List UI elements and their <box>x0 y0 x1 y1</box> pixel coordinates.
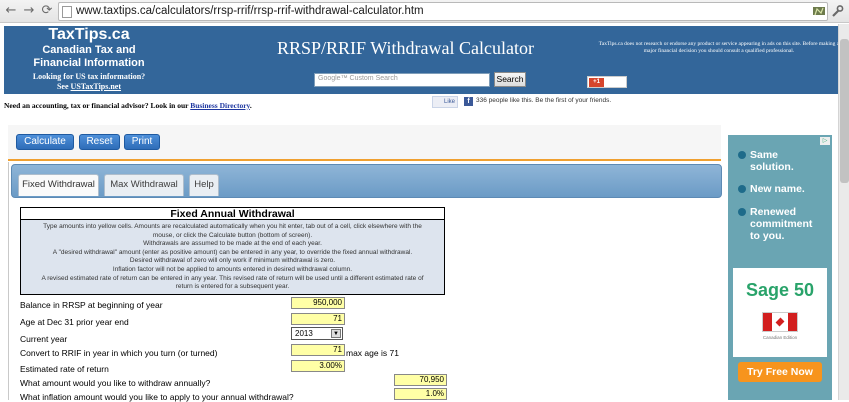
current-year-select[interactable]: 2013 ▼ <box>291 327 343 340</box>
site-subtitle: Canadian Tax and Financial Information <box>4 44 174 70</box>
inflation-input[interactable]: 1.0% <box>394 388 447 400</box>
chevron-down-icon: ▼ <box>331 329 341 338</box>
search-button[interactable]: Search <box>494 72 526 87</box>
instruction-line: Withdrawals are assumed to be made at th… <box>143 240 322 248</box>
us-link[interactable]: USTaxTips.net <box>71 82 121 91</box>
instruction-line: Type amounts into yellow cells. Amounts … <box>43 223 422 230</box>
rrif-conversion-label: Convert to RRIF in year in which you tur… <box>20 348 218 358</box>
sage-logo: Sage 50 <box>745 280 815 300</box>
sage-advertisement[interactable]: ▷ Same solution. New name. Renewed commitm… <box>728 135 832 400</box>
facebook-like-count: 336 people like this. Be the first of yo… <box>476 97 612 104</box>
current-year-value: 2013 <box>295 329 313 338</box>
ad-bullet-text: New name. <box>750 183 805 195</box>
form-instructions: Type amounts into yellow cells. Amounts … <box>20 220 445 295</box>
facebook-icon: f <box>464 97 473 106</box>
ad-bullet-line: Same <box>750 149 779 161</box>
directory-end: . <box>249 101 252 110</box>
us-info: Looking for US tax information? See USTa… <box>4 72 174 92</box>
site-logo[interactable]: TaxTips.ca <box>4 26 174 44</box>
form-title: Fixed Annual Withdrawal <box>20 207 445 220</box>
age-label: Age at Dec 31 prior year end <box>20 317 129 327</box>
reset-button[interactable]: Reset <box>79 134 120 150</box>
rate-of-return-label: Estimated rate of return <box>20 364 109 374</box>
instruction-line: return is entered for a subsequent year. <box>175 283 290 291</box>
max-age-note: max age is 71 <box>346 348 399 358</box>
vertical-scrollbar[interactable] <box>838 24 849 400</box>
calculator-toolbar: Calculate Reset Print <box>8 125 721 161</box>
sage-logo-box: Sage 50 Canadian Edition <box>733 268 827 357</box>
rrsp-balance-input[interactable]: 950,000 <box>291 297 345 309</box>
current-year-label: Current year <box>20 334 68 344</box>
tab-help[interactable]: Help <box>189 174 219 196</box>
us-prompt: Looking for US tax information? <box>32 72 146 81</box>
ad-bullet-line: to you. <box>750 230 785 242</box>
forward-icon[interactable]: → <box>21 3 37 19</box>
us-see: See <box>56 82 71 91</box>
tab-bar: Fixed Withdrawal Max Withdrawal Help <box>11 164 722 198</box>
edition-caption: Canadian Edition <box>762 335 798 340</box>
tab-fixed-withdrawal[interactable]: Fixed Withdrawal <box>18 174 99 196</box>
annual-withdrawal-input[interactable]: 70,950 <box>394 374 447 386</box>
directory-prompt: Need an accounting, tax or financial adv… <box>4 101 252 110</box>
page-icon <box>62 6 72 18</box>
bullet-icon <box>738 151 746 159</box>
page-title: RRSP/RRIF Withdrawal Calculator <box>277 38 534 58</box>
reload-icon[interactable]: ⟳ <box>39 3 55 19</box>
ad-bullet-text: Same solution. <box>750 149 794 173</box>
tab-max-withdrawal[interactable]: Max Withdrawal <box>104 174 184 196</box>
search-placeholder: Google™ Custom Search <box>318 75 398 82</box>
google-plus-button[interactable]: +1 <box>587 76 627 88</box>
ad-bullet-line: solution. <box>750 161 794 173</box>
ad-bullet-line: New name. <box>750 183 805 195</box>
bullet-icon <box>738 185 746 193</box>
search-input[interactable]: Google™ Custom Search <box>314 73 490 87</box>
browser-toolbar: ← → ⟳ www.taxtips.ca/calculators/rrsp-rr… <box>0 0 849 23</box>
site-subtitle-line-1: Canadian Tax and <box>42 44 136 56</box>
instruction-line: Desired withdrawal of zero will only wor… <box>129 257 336 265</box>
ad-bullet-text: Renewed commitment to you. <box>750 206 812 242</box>
ad-bullet-line: Renewed <box>750 206 797 218</box>
rrif-conversion-age-input[interactable]: 71 <box>291 344 345 356</box>
back-icon[interactable]: ← <box>3 3 19 19</box>
scrollbar-thumb[interactable] <box>840 39 849 183</box>
try-free-now-button[interactable]: Try Free Now <box>738 362 822 382</box>
bullet-icon <box>738 208 746 216</box>
address-bar[interactable]: www.taxtips.ca/calculators/rrsp-rrif/rrs… <box>58 2 828 21</box>
facebook-like-button[interactable]: Like <box>432 96 458 108</box>
print-button[interactable]: Print <box>124 134 160 150</box>
instruction-line: A "desired withdrawal" amount (enter as … <box>52 248 413 256</box>
instruction-line: A revised estimated rate of return can b… <box>41 274 424 282</box>
calculate-button[interactable]: Calculate <box>16 134 74 150</box>
disclaimer: TaxTips.ca does not research or endorse … <box>598 41 840 54</box>
directory-text: Need an accounting, tax or financial adv… <box>4 101 191 110</box>
extension-icon[interactable] <box>812 4 826 18</box>
business-directory-link[interactable]: Business Directory <box>190 101 250 110</box>
url-text: www.taxtips.ca/calculators/rrsp-rrif/rrs… <box>76 5 424 17</box>
google-plus-label: +1 <box>589 78 604 87</box>
site-header: TaxTips.ca Canadian Tax and Financial In… <box>4 26 845 94</box>
canada-flag-icon <box>762 312 798 332</box>
ad-bullet-line: commitment <box>750 218 813 230</box>
instruction-line: Inflation factor will not be applied to … <box>112 265 353 273</box>
rate-of-return-input[interactable]: 3.00% <box>291 360 345 372</box>
rrsp-balance-label: Balance in RRSP at beginning of year <box>20 300 163 310</box>
annual-withdrawal-label: What amount would you like to withdraw a… <box>20 378 211 388</box>
wrench-icon[interactable] <box>830 4 844 18</box>
ad-choices-icon[interactable]: ▷ <box>820 137 830 145</box>
inflation-label: What inflation amount would you like to … <box>20 392 294 402</box>
site-subtitle-line-2: Financial Information <box>33 57 145 69</box>
age-input[interactable]: 71 <box>291 313 345 325</box>
instruction-line: mouse, or click the Calculate button (bo… <box>152 231 313 239</box>
